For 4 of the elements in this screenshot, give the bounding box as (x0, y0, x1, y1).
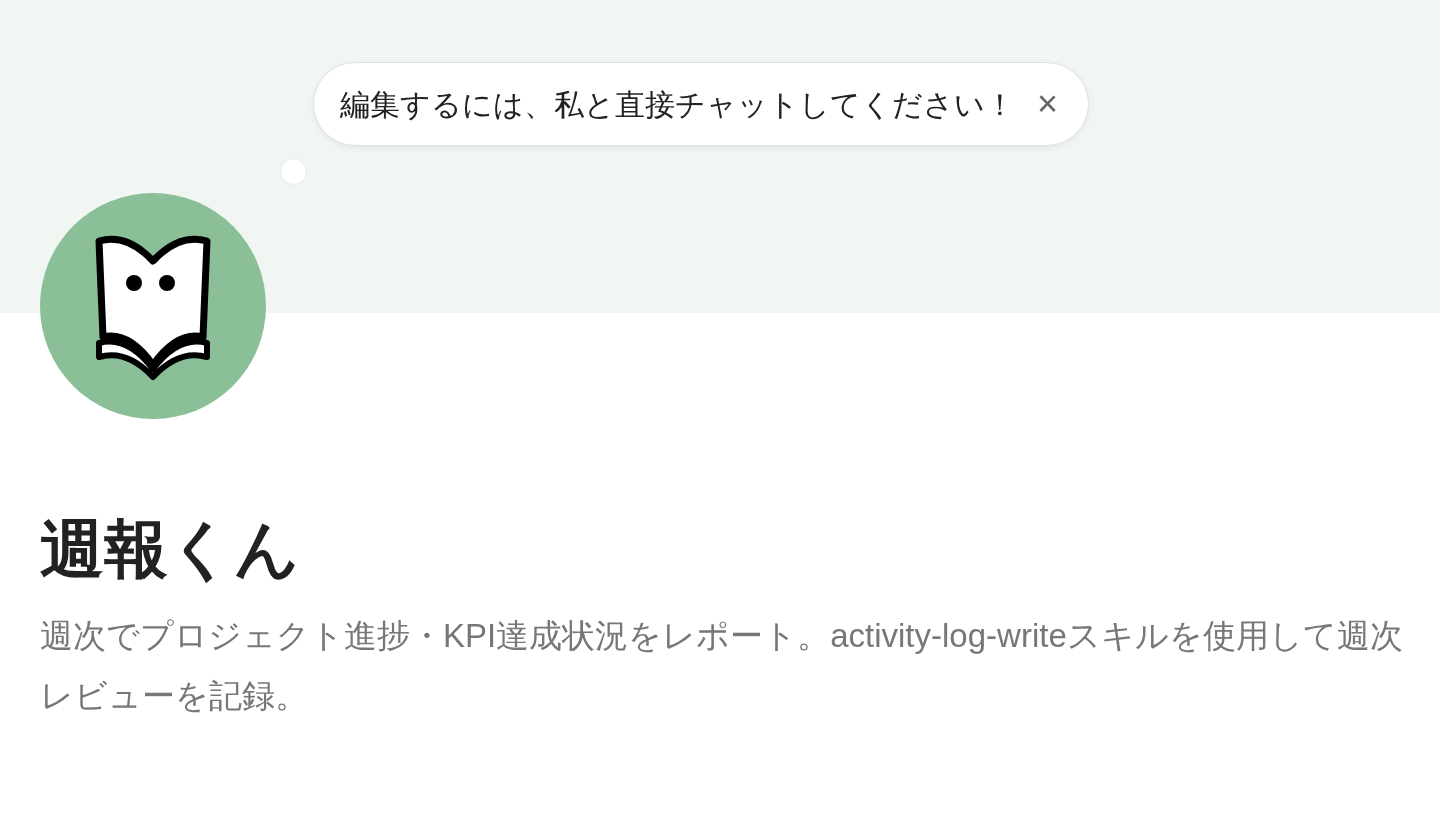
description: 週次でプロジェクト進捗・KPI達成状況をレポート。activity-log-writeスキルを使用して週次レビューを記録。 (40, 615, 1404, 716)
title: 週報くん (40, 512, 301, 587)
tooltip-text: 編集するには、私と直接チャットしてください！ (340, 86, 1015, 123)
close-button[interactable]: × (1037, 86, 1059, 122)
